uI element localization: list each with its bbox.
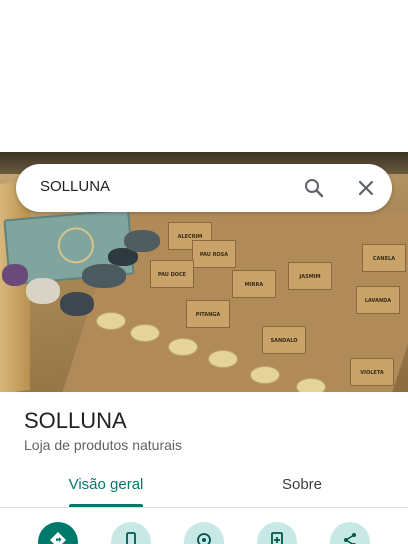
photo-stone bbox=[60, 292, 94, 316]
photo-disc bbox=[296, 378, 326, 392]
photo-disc bbox=[96, 312, 126, 330]
photo-card: SANDALO bbox=[262, 326, 306, 354]
photo-disc bbox=[168, 338, 198, 356]
photo-card: VIOLETA bbox=[350, 358, 394, 386]
photo-stone bbox=[124, 230, 160, 252]
call-button[interactable] bbox=[111, 522, 151, 544]
photo-card: PITANGA bbox=[186, 300, 230, 328]
photo-stone bbox=[26, 278, 60, 304]
tab-divider bbox=[0, 507, 408, 508]
search-bar[interactable]: SOLLUNA bbox=[16, 164, 392, 212]
photo-disc bbox=[250, 366, 280, 384]
tab-about[interactable]: Sobre bbox=[240, 476, 364, 508]
map-top-area bbox=[0, 0, 408, 152]
photo-card: LAVANDA bbox=[356, 286, 400, 314]
search-icon[interactable] bbox=[302, 176, 326, 200]
directions-icon bbox=[50, 532, 66, 544]
directions-button[interactable] bbox=[38, 522, 78, 544]
photo-disc bbox=[208, 350, 238, 368]
photo-card: PAU DOCE bbox=[150, 260, 194, 288]
save-button[interactable] bbox=[184, 522, 224, 544]
photo-stone bbox=[82, 264, 126, 288]
book-emblem bbox=[56, 225, 96, 265]
place-category: Loja de produtos naturais bbox=[24, 437, 182, 453]
photo-stone bbox=[2, 264, 28, 286]
share-button[interactable] bbox=[330, 522, 370, 544]
photo-card: PAU ROSA bbox=[192, 240, 236, 268]
photo-disc bbox=[130, 324, 160, 342]
phone-icon bbox=[126, 532, 136, 544]
share-icon bbox=[344, 533, 356, 544]
place-title: SOLLUNA bbox=[24, 408, 127, 433]
photo-card: CANELA bbox=[362, 244, 406, 272]
photo-card: JASMIM bbox=[288, 262, 332, 290]
add-to-list-button[interactable] bbox=[257, 522, 297, 544]
add-to-list-icon bbox=[271, 532, 283, 544]
close-icon[interactable] bbox=[354, 176, 378, 200]
save-location-icon bbox=[197, 533, 211, 544]
photo-card: MIRRA bbox=[232, 270, 276, 298]
search-input[interactable]: SOLLUNA bbox=[40, 178, 110, 195]
